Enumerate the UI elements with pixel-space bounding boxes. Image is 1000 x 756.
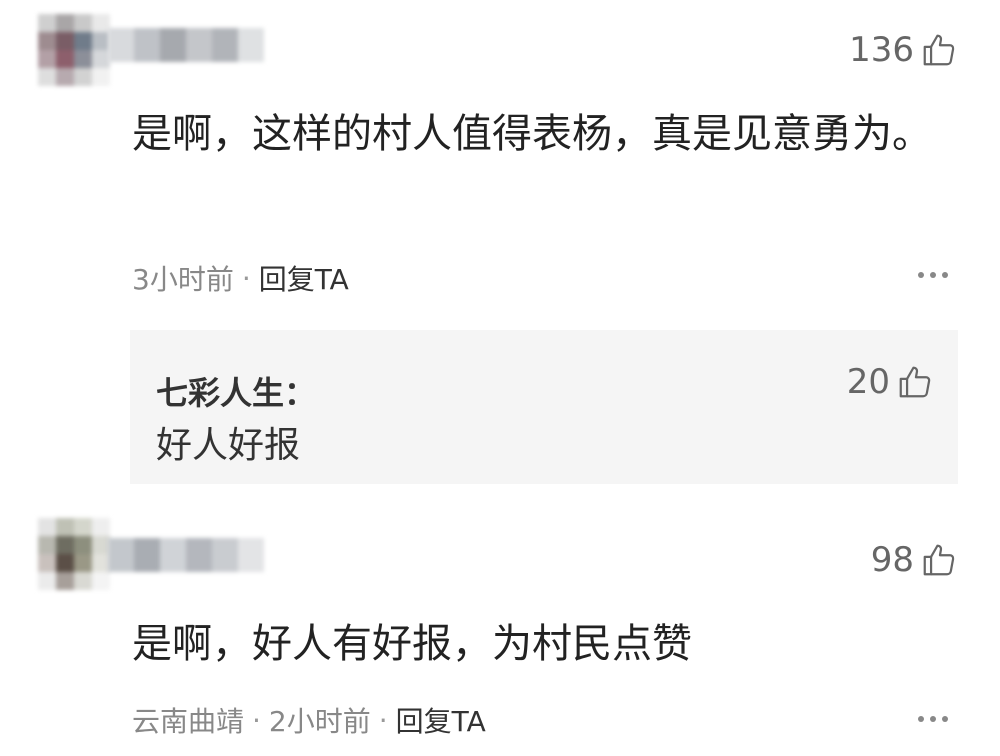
comment-time: 2小时前: [268, 705, 371, 738]
comment-item: 136 是啊，这样的村人值得表杨，真是见意勇为。 3小时前 · 回复TA: [0, 0, 1000, 320]
reply-like-button[interactable]: 20: [847, 362, 934, 402]
more-icon[interactable]: [918, 716, 948, 722]
thumbs-up-icon: [923, 34, 955, 66]
username-blurred[interactable]: [108, 538, 264, 572]
comment-text: 是啊，好人有好报，为村民点赞: [132, 621, 692, 667]
reply-button[interactable]: 回复TA: [259, 258, 349, 298]
username-blurred[interactable]: [108, 28, 264, 62]
comment-meta: 3小时前 · 回复TA: [132, 258, 349, 298]
thumbs-up-icon: [899, 366, 931, 398]
comment-item: 98 是啊，好人有好报，为村民点赞 云南曲靖 · 2小时前 · 回复TA: [0, 500, 1000, 756]
reply-like-count: 20: [846, 362, 890, 402]
separator: ·: [241, 261, 251, 295]
like-button[interactable]: 98: [871, 540, 958, 580]
thumbs-up-icon: [923, 544, 955, 576]
like-button[interactable]: 136: [849, 30, 958, 70]
comment-text: 是啊，这样的村人值得表杨，真是见意勇为。: [132, 111, 932, 157]
like-count: 98: [870, 540, 914, 580]
comment-meta: 云南曲靖 · 2小时前 · 回复TA: [132, 700, 486, 740]
reply-box[interactable]: 七彩人生： 好人好报: [130, 330, 958, 484]
comment-location: 云南曲靖: [132, 705, 245, 738]
reply-button[interactable]: 回复TA: [396, 700, 486, 740]
avatar[interactable]: [38, 14, 110, 86]
comment-time: 3小时前: [132, 263, 234, 296]
like-count: 136: [849, 30, 914, 70]
avatar[interactable]: [38, 518, 110, 590]
separator: ·: [378, 703, 388, 737]
more-icon[interactable]: [918, 272, 948, 278]
separator: ·: [252, 703, 261, 737]
reply-author[interactable]: 七彩人生：: [156, 368, 316, 414]
reply-text: 好人好报: [156, 425, 301, 466]
